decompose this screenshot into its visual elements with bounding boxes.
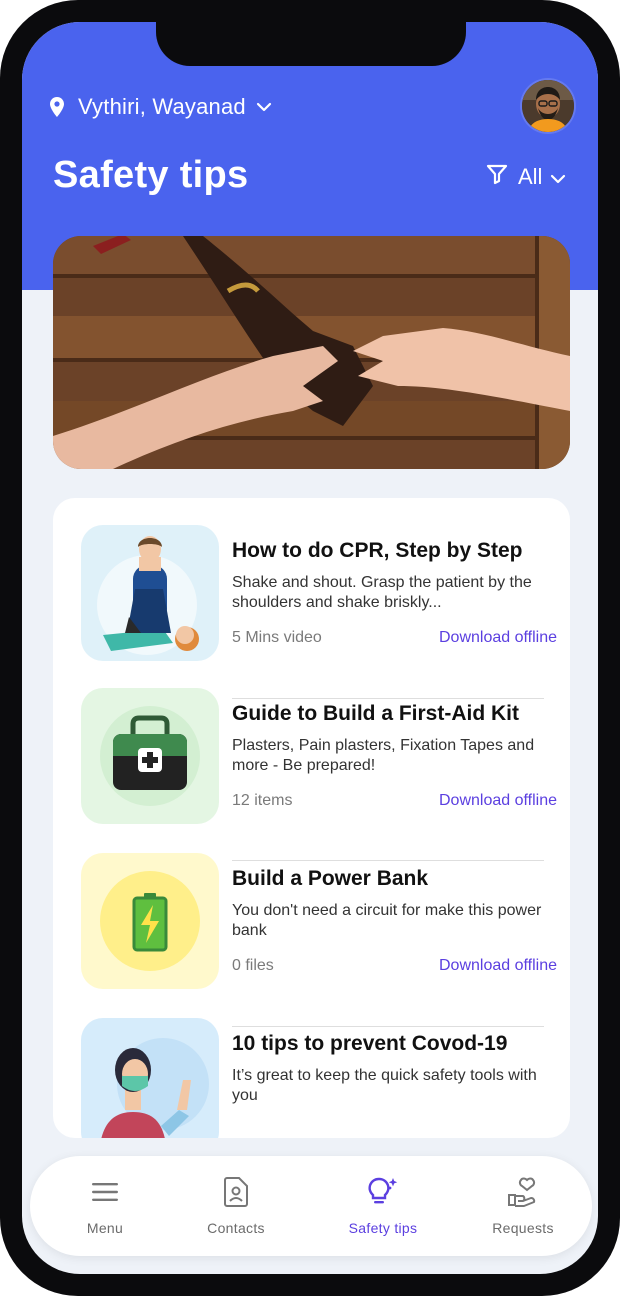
filter-label: All bbox=[518, 164, 543, 189]
location-selector[interactable]: Vythiri, Wayanad bbox=[50, 92, 272, 122]
location-label: Vythiri, Wayanad bbox=[78, 94, 246, 119]
device-notch bbox=[156, 22, 466, 66]
item-title: 10 tips to prevent Covod-19 bbox=[232, 1032, 508, 1055]
page-title: Safety tips bbox=[53, 154, 249, 196]
list-item[interactable]: Build a Power Bank You don't need a circ… bbox=[81, 853, 557, 993]
item-description: You don't need a circuit for make this p… bbox=[232, 902, 542, 939]
tips-list: How to do CPR, Step by Step Shake and sh… bbox=[53, 498, 570, 1138]
avatar[interactable] bbox=[522, 80, 574, 132]
chevron-down-icon bbox=[550, 164, 566, 190]
item-meta: 0 files bbox=[232, 957, 274, 974]
nav-menu[interactable]: Menu bbox=[45, 1174, 165, 1244]
app-screen: Vythiri, Wayanad Safety tips All How to … bbox=[22, 22, 598, 1274]
location-pin-icon bbox=[50, 97, 64, 117]
contacts-icon bbox=[223, 1174, 249, 1210]
list-item[interactable]: 10 tips to prevent Covod-19 It’s great t… bbox=[81, 1018, 551, 1138]
hand-heart-icon bbox=[507, 1174, 539, 1210]
list-item[interactable]: How to do CPR, Step by Step Shake and sh… bbox=[81, 525, 557, 665]
chevron-down-icon bbox=[256, 102, 272, 112]
item-meta: 12 items bbox=[232, 792, 293, 809]
item-title: How to do CPR, Step by Step bbox=[232, 539, 523, 562]
list-item[interactable]: Guide to Build a First-Aid Kit Plasters,… bbox=[81, 688, 557, 828]
battery-icon bbox=[81, 853, 219, 989]
item-title: Build a Power Bank bbox=[232, 867, 429, 890]
menu-icon bbox=[91, 1174, 119, 1210]
download-offline-link[interactable]: Download offline bbox=[439, 957, 557, 975]
hero-image[interactable] bbox=[53, 236, 570, 469]
cpr-illustration bbox=[81, 525, 219, 661]
nav-requests[interactable]: Requests bbox=[463, 1174, 583, 1244]
nav-contacts-label: Contacts bbox=[207, 1220, 265, 1236]
nav-safety-tips-label: Safety tips bbox=[348, 1220, 418, 1236]
nav-contacts[interactable]: Contacts bbox=[176, 1174, 296, 1244]
filter-dropdown[interactable]: All bbox=[486, 162, 566, 192]
nav-safety-tips[interactable]: Safety tips bbox=[323, 1174, 443, 1244]
masked-person-illustration bbox=[81, 1018, 219, 1138]
phone-frame: Vythiri, Wayanad Safety tips All How to … bbox=[0, 0, 620, 1296]
item-title: Guide to Build a First-Aid Kit bbox=[232, 702, 519, 725]
bulb-icon bbox=[366, 1174, 400, 1210]
bottom-nav: Menu Contacts Safety tips Requests bbox=[30, 1156, 592, 1256]
nav-requests-label: Requests bbox=[492, 1220, 554, 1236]
item-description: Plasters, Pain plasters, Fixation Tapes … bbox=[232, 737, 535, 774]
item-description: Shake and shout. Grasp the patient by th… bbox=[232, 574, 532, 611]
first-aid-kit-icon bbox=[81, 688, 219, 824]
item-meta: 5 Mins video bbox=[232, 629, 322, 646]
item-description: It’s great to keep the quick safety tool… bbox=[232, 1067, 537, 1104]
download-offline-link[interactable]: Download offline bbox=[439, 792, 557, 810]
download-offline-link[interactable]: Download offline bbox=[439, 629, 557, 647]
filter-icon bbox=[486, 163, 508, 191]
nav-menu-label: Menu bbox=[86, 1220, 124, 1236]
